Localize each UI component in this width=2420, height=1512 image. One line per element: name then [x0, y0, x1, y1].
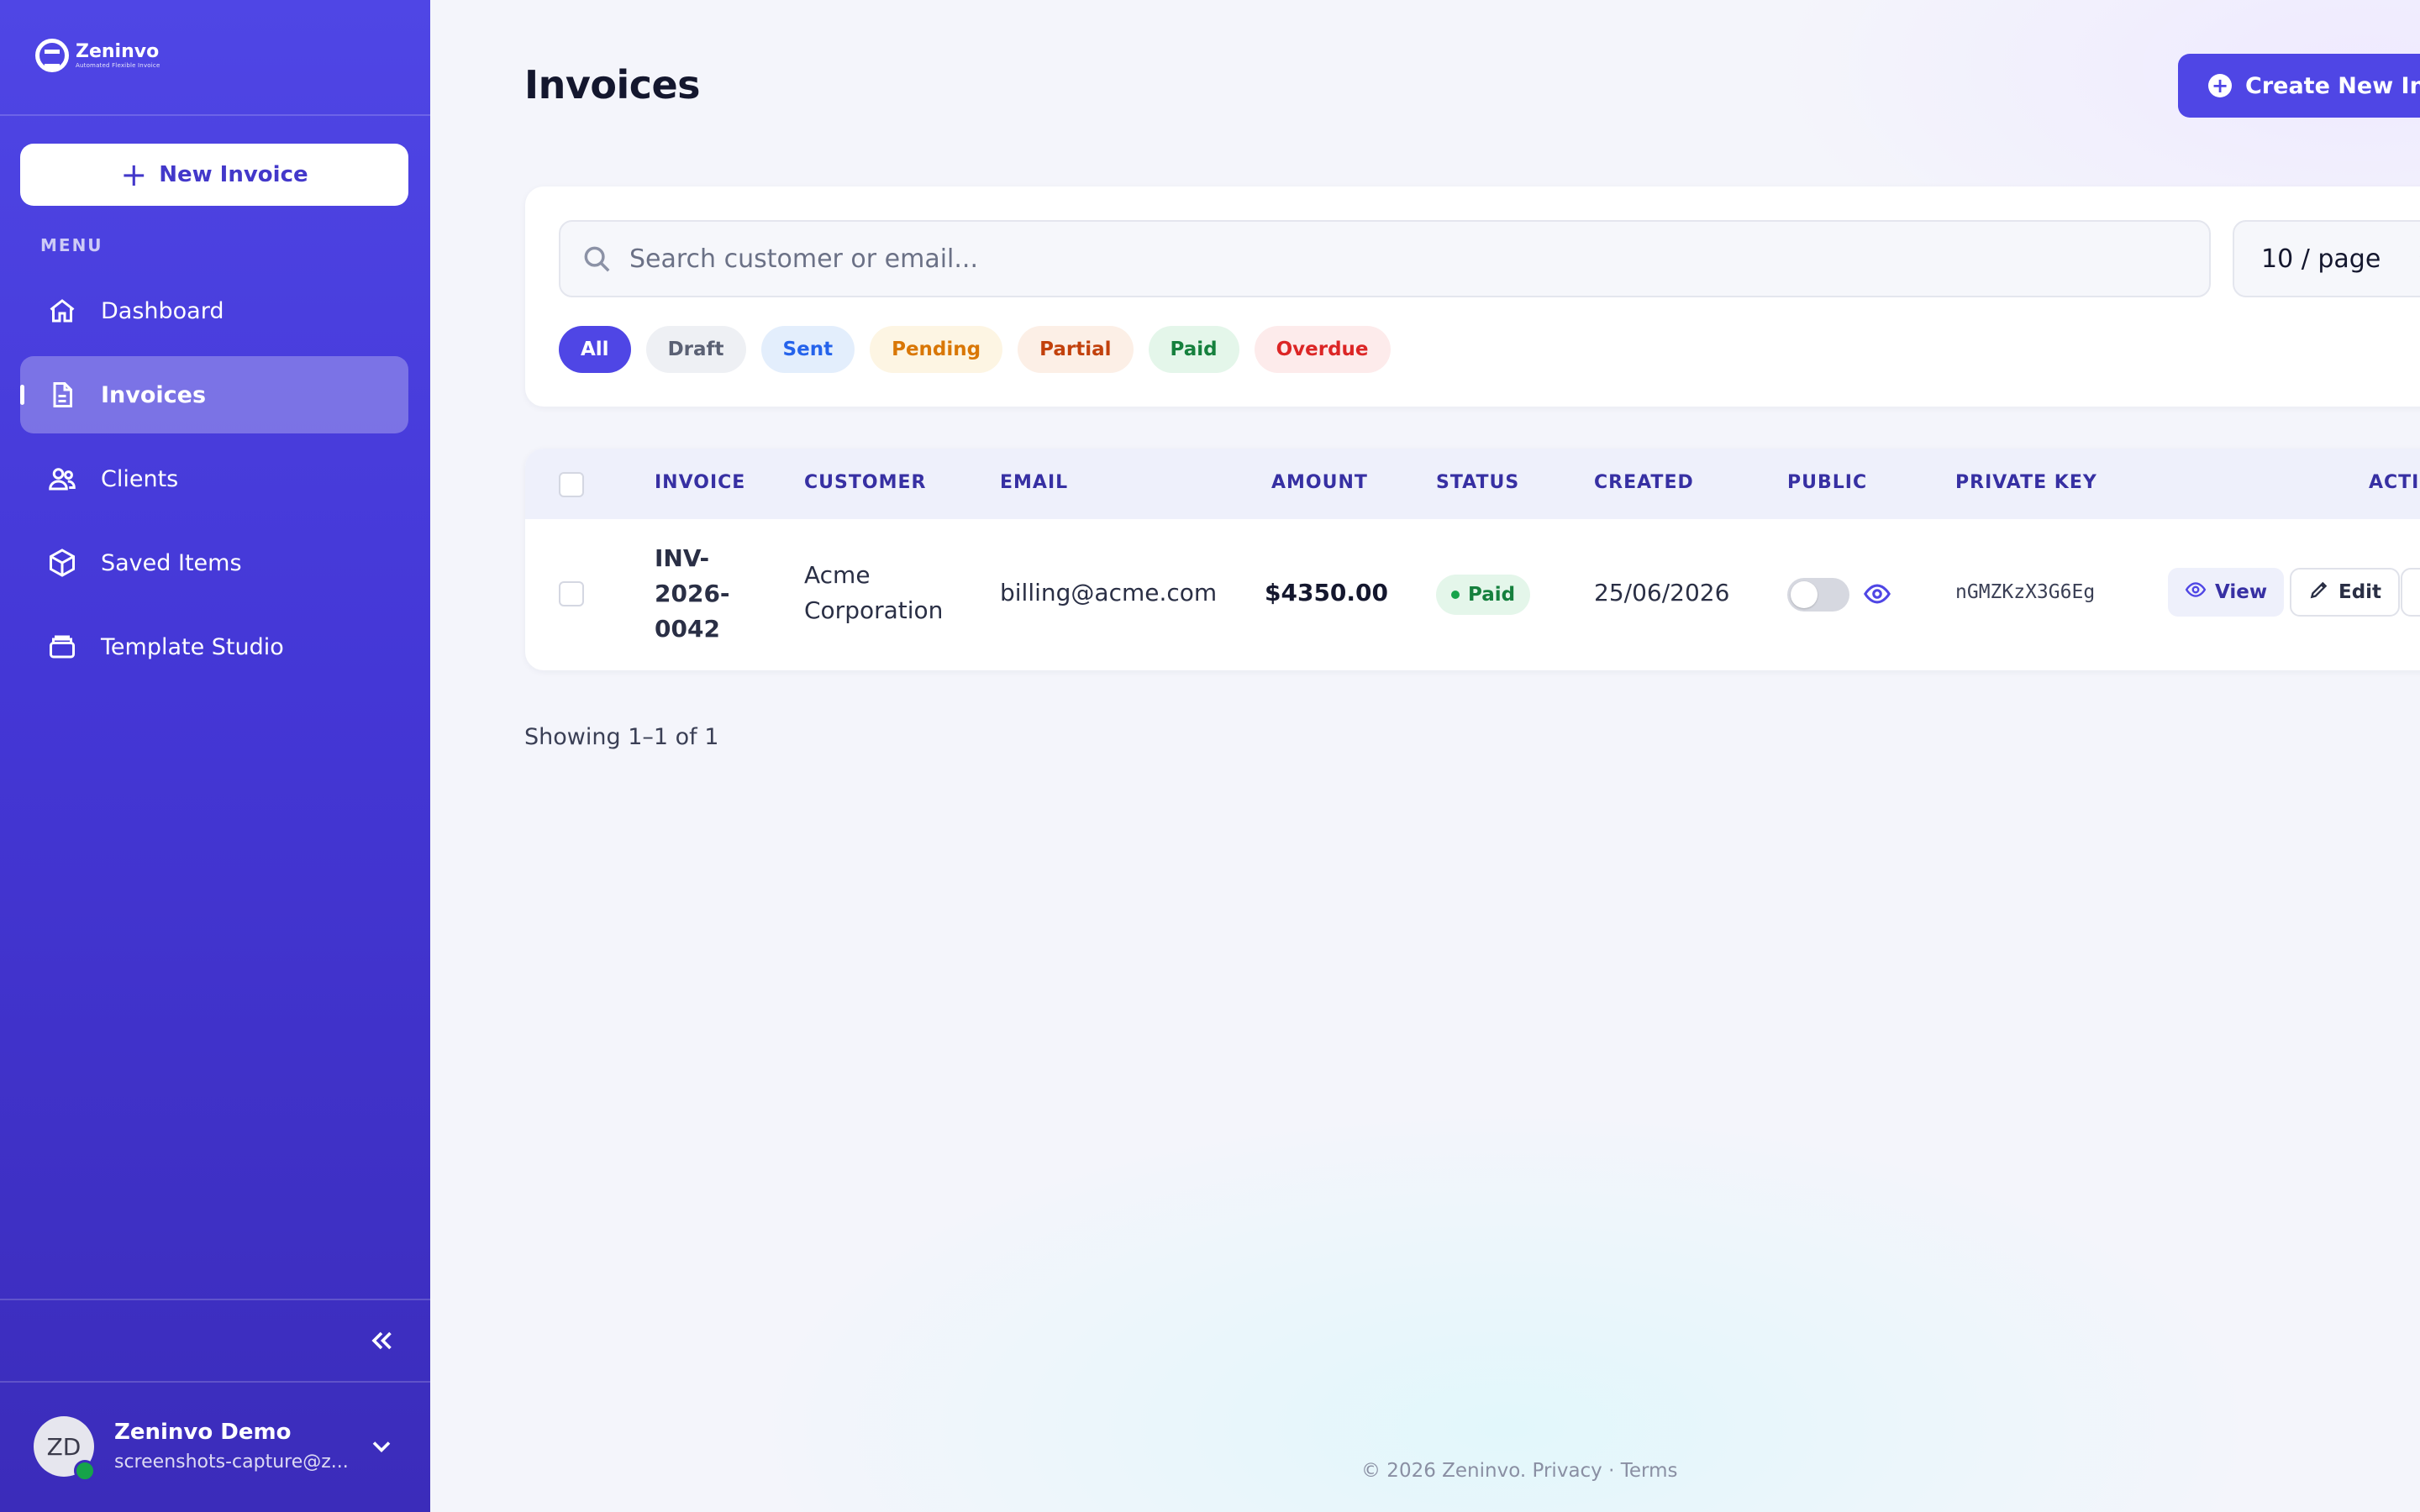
main-content: Invoices + Create New Invoice 10 / page …	[430, 0, 2420, 1512]
status-badge: Paid	[1436, 575, 1531, 615]
customer-name-line: Corporation	[804, 596, 944, 624]
sidebar-item-invoices[interactable]: Invoices	[20, 356, 408, 433]
template-icon	[47, 632, 77, 662]
invoice-number-line: INV-	[655, 544, 710, 572]
table-header: INVOICE CUSTOMER EMAIL AMOUNT STATUS CRE…	[525, 449, 2420, 519]
footer-separator: ·	[1608, 1460, 1615, 1482]
column-header-customer[interactable]: CUSTOMER	[804, 472, 926, 493]
pagination-summary: Showing 1–1 of 1	[524, 724, 719, 750]
public-toggle[interactable]	[1787, 578, 1849, 612]
filter-card: 10 / page All Draft Sent Pending Partial…	[525, 186, 2420, 407]
private-key-value: nGMZKzX3G6Eg	[1955, 581, 2096, 603]
row-select-checkbox[interactable]	[559, 581, 584, 606]
more-actions-button[interactable]: ⋮	[2401, 568, 2420, 617]
collapse-sidebar-button[interactable]	[365, 1324, 398, 1357]
sidebar-item-label: Saved Items	[101, 549, 242, 576]
edit-label: Edit	[2338, 581, 2382, 603]
plus-icon: +	[120, 156, 148, 193]
customer-email: billing@acme.com	[1000, 579, 1218, 606]
column-header-private-key: PRIVATE KEY	[1955, 472, 2097, 493]
filter-chip-paid[interactable]: Paid	[1148, 326, 1239, 373]
status-dot	[1451, 591, 1460, 599]
plus-circle-icon: +	[2208, 74, 2232, 97]
page-title: Invoices	[524, 62, 701, 108]
new-invoice-label: New Invoice	[159, 162, 308, 187]
sidebar-item-label: Invoices	[101, 381, 207, 408]
brand-logo[interactable]: Zeninvo Automated Flexible Invoice	[35, 39, 160, 72]
document-icon	[47, 380, 77, 410]
footer: © 2026 Zeninvo. Privacy · Terms	[1361, 1460, 1677, 1482]
user-email: screenshots-capture@z...	[114, 1452, 349, 1473]
sidebar-item-label: Template Studio	[101, 633, 284, 660]
column-header-actions: ACTIONS	[2369, 472, 2420, 493]
online-status-dot	[74, 1460, 96, 1482]
terms-link[interactable]: Terms	[1621, 1460, 1678, 1482]
preview-public-link-button[interactable]	[1863, 580, 1891, 608]
sidebar: Zeninvo Automated Flexible Invoice + New…	[0, 0, 430, 1512]
invoice-number[interactable]: INV- 2026- 0042	[655, 541, 730, 647]
view-label: View	[2215, 581, 2268, 603]
invoices-table: INVOICE CUSTOMER EMAIL AMOUNT STATUS CRE…	[525, 449, 2420, 670]
chevron-down-icon	[2414, 245, 2420, 272]
filter-chip-all[interactable]: All	[559, 326, 631, 373]
more-vertical-icon: ⋮	[2417, 581, 2420, 603]
sidebar-item-label: Clients	[101, 465, 179, 492]
sidebar-divider	[0, 114, 430, 116]
page-size-select[interactable]: 10 / page	[2233, 220, 2420, 297]
search-input[interactable]	[629, 244, 2142, 274]
filter-chip-draft[interactable]: Draft	[645, 326, 746, 373]
column-header-public: PUBLIC	[1787, 472, 1868, 493]
logo-icon	[35, 39, 69, 72]
status-label: Paid	[1468, 584, 1516, 606]
pencil-icon	[2308, 579, 2330, 606]
create-new-invoice-button[interactable]: + Create New Invoice	[2178, 54, 2420, 118]
users-icon	[47, 464, 77, 494]
sidebar-item-dashboard[interactable]: Dashboard	[20, 272, 408, 349]
column-header-amount[interactable]: AMOUNT	[1271, 472, 1368, 493]
view-invoice-button[interactable]: View	[2168, 568, 2285, 617]
double-chevron-left-icon	[371, 1331, 392, 1350]
box-icon	[47, 548, 77, 578]
filter-chip-pending[interactable]: Pending	[870, 326, 1003, 373]
brand-tagline: Automated Flexible Invoice	[76, 62, 160, 69]
select-all-checkbox[interactable]	[559, 472, 584, 497]
created-date: 25/06/2026	[1594, 579, 1730, 606]
invoice-amount: $4350.00	[1265, 579, 1389, 606]
user-menu[interactable]: ZD Zeninvo Demo screenshots-capture@z...	[0, 1383, 430, 1512]
search-box[interactable]	[559, 220, 2211, 297]
column-header-email[interactable]: EMAIL	[1000, 472, 1068, 493]
search-icon	[584, 246, 610, 272]
filter-chip-overdue[interactable]: Overdue	[1254, 326, 1391, 373]
sidebar-item-label: Dashboard	[101, 297, 224, 324]
eye-icon	[2185, 579, 2207, 606]
user-name: Zeninvo Demo	[114, 1420, 292, 1445]
customer-name-line: Acme	[804, 561, 871, 589]
filter-chip-sent[interactable]: Sent	[760, 326, 855, 373]
filter-chip-partial[interactable]: Partial	[1018, 326, 1134, 373]
sidebar-item-saved-items[interactable]: Saved Items	[20, 524, 408, 601]
sidebar-divider	[0, 1299, 430, 1300]
edit-invoice-button[interactable]: Edit	[2290, 568, 2401, 617]
invoice-number-line: 2026-	[655, 580, 730, 607]
privacy-link[interactable]: Privacy	[1533, 1460, 1602, 1482]
create-new-invoice-label: Create New Invoice	[2245, 72, 2420, 99]
home-icon	[47, 296, 77, 326]
chevron-down-icon[interactable]	[366, 1431, 397, 1462]
sidebar-item-clients[interactable]: Clients	[20, 440, 408, 517]
column-header-created[interactable]: CREATED	[1594, 472, 1694, 493]
footer-copyright: © 2026 Zeninvo.	[1361, 1460, 1527, 1482]
column-header-status[interactable]: STATUS	[1436, 472, 1519, 493]
menu-section-label: MENU	[40, 235, 103, 255]
page-size-value: 10 / page	[2261, 244, 2381, 274]
invoice-number-line: 0042	[655, 615, 720, 643]
column-header-invoice[interactable]: INVOICE	[655, 472, 745, 493]
customer-name: Acme Corporation	[804, 558, 943, 628]
eye-icon	[1864, 584, 1891, 604]
brand-name: Zeninvo	[76, 41, 160, 62]
status-filter-chips: All Draft Sent Pending Partial Paid Over…	[559, 326, 1391, 373]
sidebar-item-template-studio[interactable]: Template Studio	[20, 608, 408, 685]
new-invoice-button[interactable]: + New Invoice	[20, 144, 408, 206]
